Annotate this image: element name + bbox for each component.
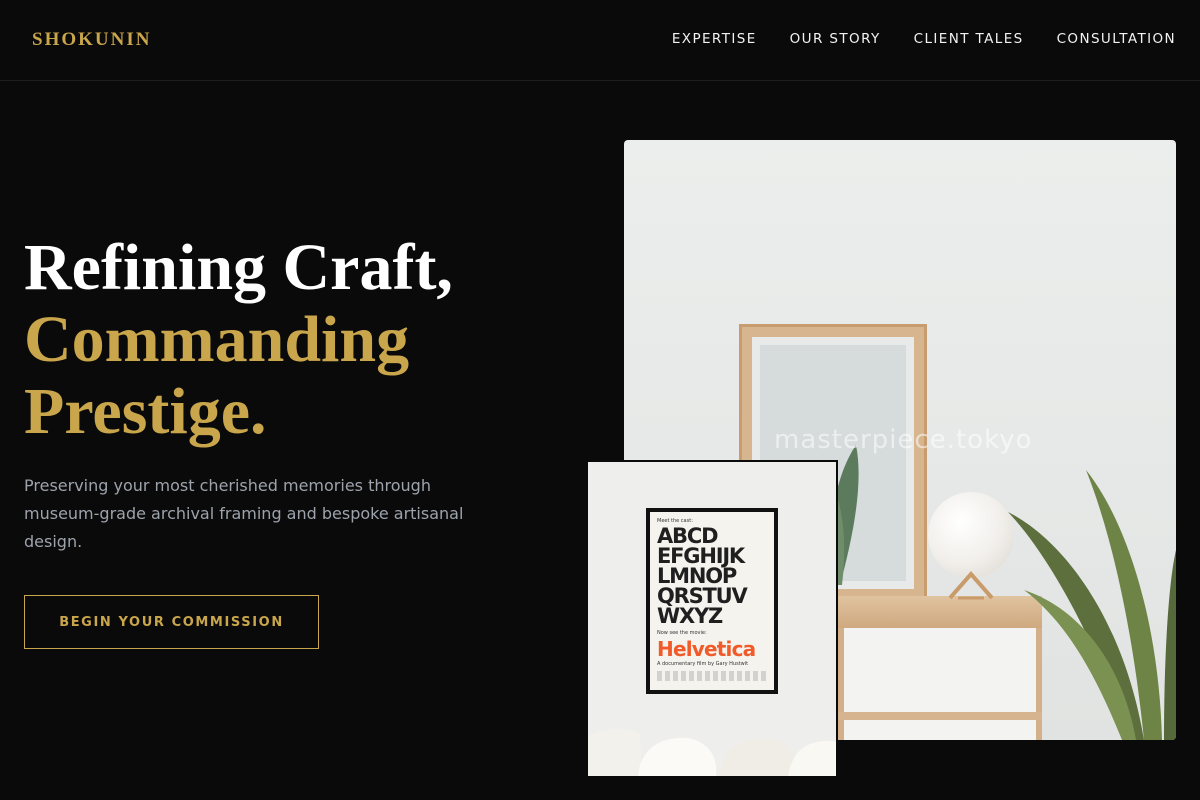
- hero-headline: Refining Craft, Commanding Prestige.: [24, 232, 544, 448]
- hero-subtitle: Preserving your most cherished memories …: [24, 476, 464, 551]
- nav-link-our-story[interactable]: OUR STORY: [790, 31, 881, 47]
- begin-commission-button[interactable]: BEGIN YOUR COMMISSION: [24, 595, 319, 649]
- main-nav: EXPERTISE OUR STORY CLIENT TALES CONSULT…: [672, 31, 1176, 47]
- nav-link-expertise[interactable]: EXPERTISE: [672, 31, 757, 47]
- poster-photo: Meet the cast: ABCD EFGHIJK LMNOP QRSTUV…: [586, 460, 838, 778]
- top-navigation-bar: SHOKUNIN EXPERTISE OUR STORY CLIENT TALE…: [0, 0, 1200, 81]
- poster-letters: ABCD EFGHIJK LMNOP QRSTUV WXYZ: [657, 524, 748, 628]
- framed-poster: Meet the cast: ABCD EFGHIJK LMNOP QRSTUV…: [646, 508, 778, 694]
- hero-headline-line2: Commanding: [24, 303, 410, 376]
- nav-link-client-tales[interactable]: CLIENT TALES: [914, 31, 1024, 47]
- poster-title: Helvetica: [657, 637, 756, 661]
- sofa-cushions: [588, 729, 836, 776]
- hero-headline-line3: Prestige.: [24, 375, 267, 448]
- brand-logo[interactable]: SHOKUNIN: [32, 29, 151, 51]
- poster-tagline: Now see the movie:: [657, 630, 707, 636]
- poster-credit: A documentary film by Gary Hustwit: [657, 661, 749, 667]
- nav-link-consultation[interactable]: CONSULTATION: [1057, 31, 1176, 47]
- hero-headline-line1: Refining Craft,: [24, 231, 453, 304]
- photo-watermark: masterpiece.tokyo: [774, 425, 1033, 455]
